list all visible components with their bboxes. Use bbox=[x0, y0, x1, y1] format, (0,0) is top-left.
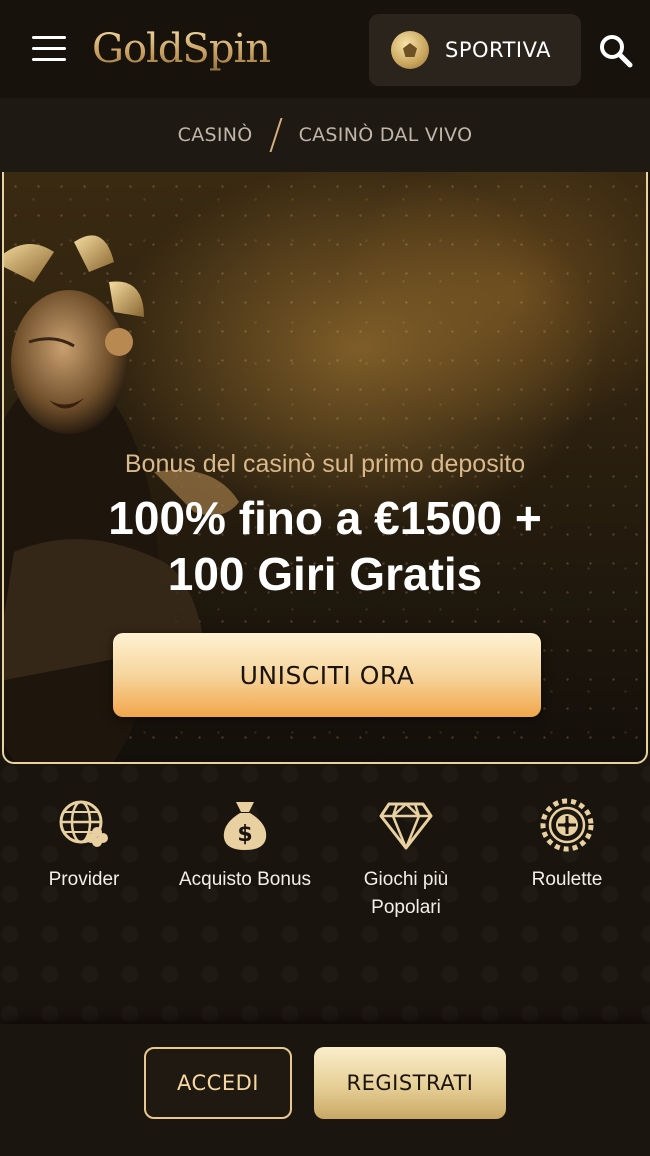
promo-banner: Bonus del casinò sul primo deposito 100%… bbox=[2, 172, 648, 764]
breadcrumb-separator bbox=[269, 118, 283, 152]
category-label: Giochi più Popolari bbox=[363, 869, 449, 918]
money-bag-icon: $ bbox=[223, 802, 267, 850]
menu-icon[interactable] bbox=[32, 36, 66, 64]
category-label: Roulette bbox=[531, 869, 603, 890]
category-label: Acquisto Bonus bbox=[178, 869, 312, 890]
search-icon[interactable] bbox=[598, 33, 634, 69]
globe-clover-icon bbox=[59, 800, 108, 847]
login-button[interactable]: ACCEDI bbox=[144, 1047, 292, 1119]
diamond-icon bbox=[379, 802, 433, 850]
goldspin-logo[interactable]: GoldSpin bbox=[92, 26, 271, 74]
breadcrumb-casino[interactable]: CASINÒ bbox=[178, 124, 253, 146]
sport-button-label: SPORTIVA bbox=[445, 38, 551, 62]
breadcrumb: CASINÒ CASINÒ DAL VIVO bbox=[0, 98, 650, 172]
category-shortcuts: Provider $ Acquisto Bonus Giochi più Pop… bbox=[0, 764, 650, 1024]
bottom-action-bar: ACCEDI REGISTRATI bbox=[0, 1024, 650, 1156]
category-roulette[interactable]: Roulette bbox=[492, 798, 642, 894]
join-now-button[interactable]: UNISCITI ORA bbox=[113, 633, 541, 717]
hero-subtitle: Bonus del casinò sul primo deposito bbox=[124, 450, 526, 478]
category-label: Provider bbox=[48, 869, 120, 890]
top-header: GoldSpin SPORTIVA bbox=[0, 0, 650, 98]
sport-button[interactable]: SPORTIVA bbox=[369, 14, 581, 86]
svg-text:$: $ bbox=[237, 822, 252, 847]
football-icon bbox=[391, 31, 429, 69]
hero-title: 100% fino a €1500 + 100 Giri Gratis bbox=[4, 490, 646, 602]
breadcrumb-live-casino[interactable]: CASINÒ DAL VIVO bbox=[299, 124, 473, 146]
hero-title-line1: 100% fino a €1500 + bbox=[108, 492, 542, 544]
category-bonus-buy[interactable]: $ Acquisto Bonus bbox=[170, 798, 320, 894]
hero-title-line2: 100 Giri Gratis bbox=[167, 548, 483, 600]
category-popular-games[interactable]: Giochi più Popolari bbox=[331, 798, 481, 922]
roulette-icon bbox=[540, 798, 594, 852]
register-button[interactable]: REGISTRATI bbox=[314, 1047, 506, 1119]
category-provider[interactable]: Provider bbox=[9, 798, 159, 894]
